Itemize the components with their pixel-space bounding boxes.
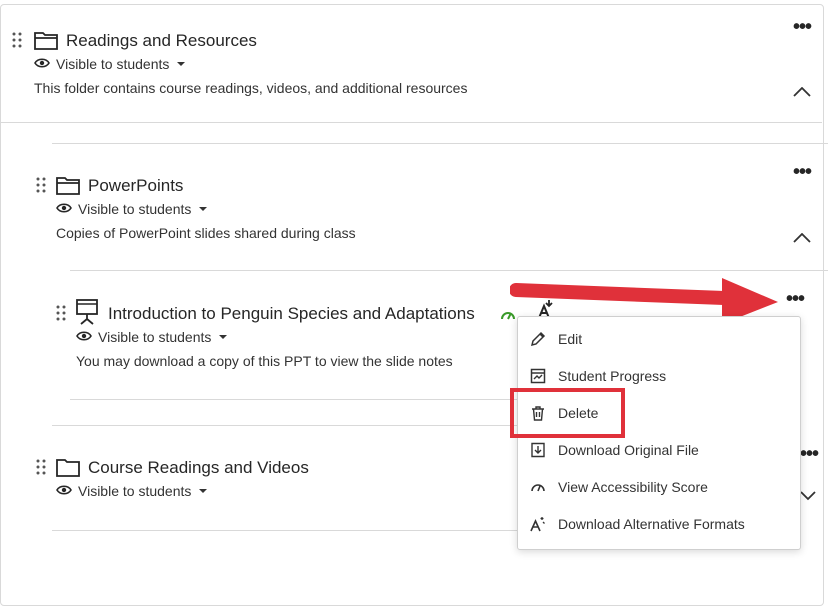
folder-description-powerpoints: Copies of PowerPoint slides shared durin… [56, 225, 356, 241]
more-options-icon[interactable]: ••• [800, 444, 819, 464]
visibility-label: Visible to students [78, 201, 192, 217]
divider [52, 143, 828, 144]
divider [70, 399, 520, 400]
menu-item-student-progress[interactable]: Student Progress [530, 368, 666, 384]
divider [0, 122, 822, 123]
chevron-down-icon [199, 489, 208, 493]
visibility-dropdown-item[interactable]: Visible to students [76, 329, 228, 345]
folder-description-readings: This folder contains course readings, vi… [34, 80, 468, 96]
visibility-label: Visible to students [56, 56, 170, 72]
visibility-dropdown-powerpoints[interactable]: Visible to students [56, 201, 208, 217]
alt-formats-icon [530, 517, 545, 532]
folder-title-course-readings[interactable]: Course Readings and Videos [88, 458, 309, 478]
pencil-icon [530, 331, 546, 347]
annotation-highlight-box [510, 388, 625, 438]
chevron-down-icon[interactable] [800, 488, 816, 506]
chevron-up-icon[interactable] [793, 230, 811, 248]
more-options-icon[interactable]: ••• [793, 162, 812, 182]
visibility-dropdown-readings[interactable]: Visible to students [34, 56, 186, 72]
chevron-down-icon [219, 335, 228, 339]
download-file-icon [531, 442, 545, 458]
folder-title-readings[interactable]: Readings and Resources [66, 31, 257, 51]
eye-icon [76, 329, 92, 345]
menu-item-label: Student Progress [558, 368, 667, 384]
menu-item-edit[interactable]: Edit [530, 331, 582, 347]
menu-item-label: Download Alternative Formats [558, 516, 745, 532]
gauge-icon [531, 484, 545, 492]
item-description: You may download a copy of this PPT to v… [76, 353, 453, 369]
more-options-icon[interactable]: ••• [786, 289, 805, 309]
menu-item-label: View Accessibility Score [558, 479, 708, 495]
presentation-icon [76, 299, 98, 330]
progress-icon [530, 368, 546, 384]
chevron-down-icon [199, 207, 208, 211]
menu-item-download-original[interactable]: Download Original File [530, 442, 699, 458]
menu-item-download-alternative[interactable]: Download Alternative Formats [530, 516, 745, 532]
drag-handle-icon[interactable] [56, 305, 66, 326]
drag-handle-icon[interactable] [36, 177, 46, 198]
divider [52, 530, 520, 531]
folder-icon [34, 30, 58, 55]
chevron-up-icon[interactable] [793, 84, 811, 102]
menu-item-label: Download Original File [558, 442, 699, 458]
divider [52, 425, 520, 426]
item-title[interactable]: Introduction to Penguin Species and Adap… [108, 304, 475, 324]
more-options-icon[interactable]: ••• [793, 17, 812, 37]
visibility-label: Visible to students [78, 483, 192, 499]
drag-handle-icon[interactable] [12, 32, 22, 53]
chevron-down-icon [177, 62, 186, 66]
drag-handle-icon[interactable] [36, 459, 46, 480]
folder-title-powerpoints[interactable]: PowerPoints [88, 176, 183, 196]
eye-icon [34, 56, 50, 72]
folder-icon [56, 175, 80, 200]
visibility-label: Visible to students [98, 329, 212, 345]
divider [70, 270, 828, 271]
menu-item-accessibility-score[interactable]: View Accessibility Score [530, 479, 708, 495]
menu-item-label: Edit [558, 331, 583, 347]
eye-icon [56, 201, 72, 217]
visibility-dropdown-course-readings[interactable]: Visible to students [56, 483, 208, 499]
eye-icon [56, 483, 72, 499]
folder-icon [56, 457, 80, 482]
